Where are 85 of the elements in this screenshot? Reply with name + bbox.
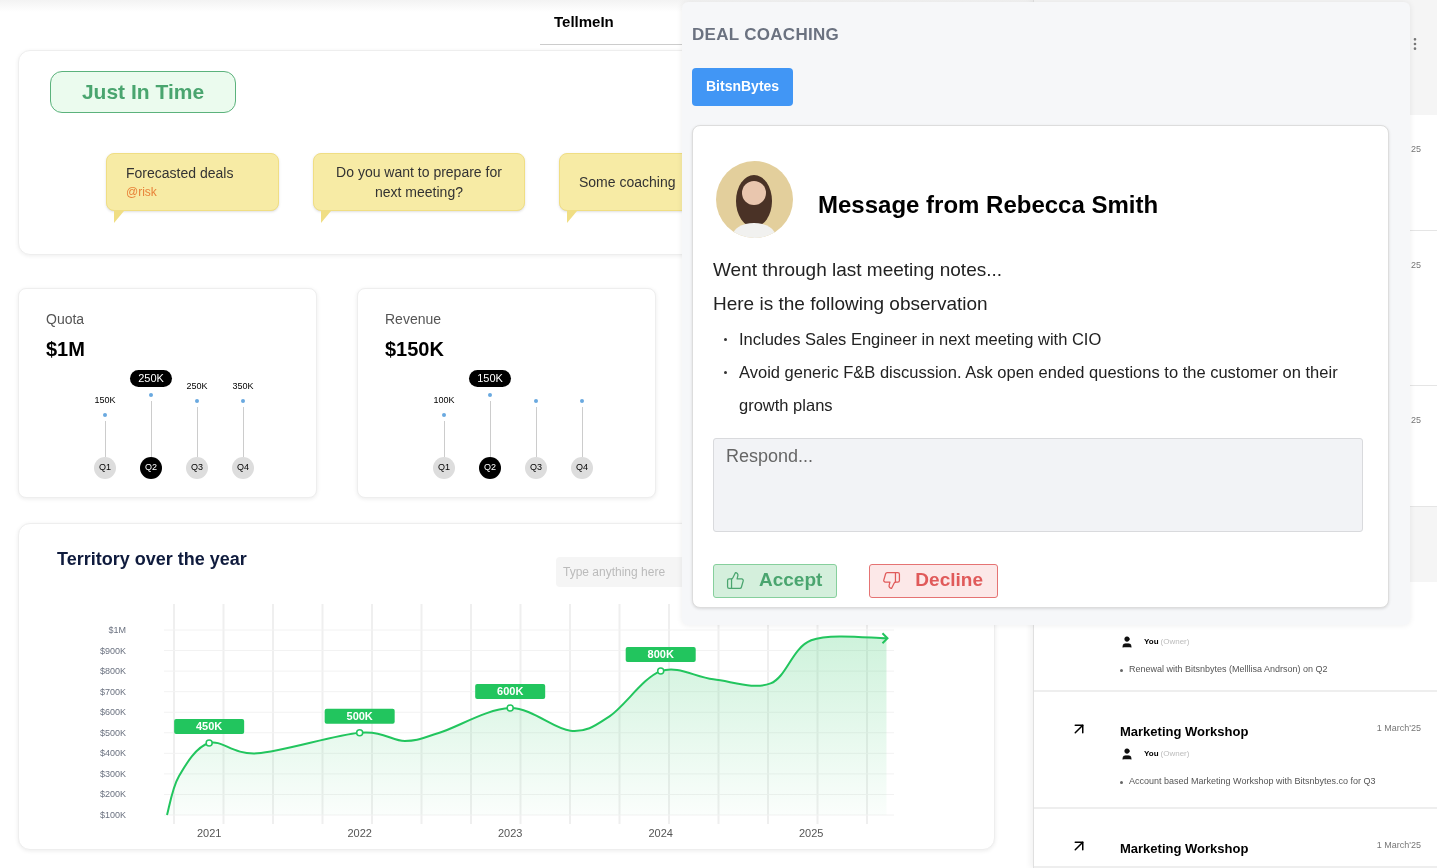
annotation: 800K [647,648,674,661]
observation-text: Avoid generic F&B discussion. Ask open ended questions to the customer on their growth plans [739,361,1339,416]
data-point [656,667,665,675]
activity-title[interactable]: Marketing Workshop [1120,838,1249,859]
bubble-tail [321,211,331,223]
speech-bubble[interactable]: Do you want to prepare for next meeting? [313,153,525,211]
annotation: 500K [346,709,373,722]
person-icon [1120,635,1134,650]
quarter-value: 100K [433,393,455,407]
data-point [355,729,364,737]
bubble-text: Do you want to prepare for next meeting? [335,163,503,202]
annotation: 600K [497,685,524,698]
quarter-chip[interactable]: Q3 [186,457,208,479]
metric-value: $1M [46,337,86,362]
quarter-value: 250K [186,379,208,393]
activity-date: 1 March'25 [1376,721,1421,735]
message-intro: Here is the following observation [713,292,989,316]
panel-title: DEAL COACHING [692,24,841,46]
quarter-chip[interactable]: Q4 [571,457,593,479]
message-lead: Went through last meeting notes... [713,257,1004,282]
value-label: 450K [174,719,245,735]
bubble-text: Forecasted deals [126,164,235,183]
metric-title: Revenue [385,310,443,329]
y-axis-label: $200K [99,789,126,800]
quarter-chip[interactable]: Q1 [94,457,116,479]
quarter-chip[interactable]: Q2 [140,457,162,479]
bubble-text: Some coaching [579,173,677,192]
observation-text: Includes Sales Engineer in next meeting with CIO [739,328,1102,350]
bullet-icon [724,370,727,374]
bullet-icon [1120,668,1123,672]
owner-role: (Owner) [1160,636,1190,649]
bullet-icon [724,337,727,341]
annotation: 450K [196,720,223,733]
quarter-value: 250K [130,370,172,387]
activity-date: 1 March'25 [1376,838,1421,852]
value-label: 500K [324,708,395,724]
risk-tag: @risk [126,183,259,201]
x-axis-label: 2025 [798,827,824,839]
metric-title: Quota [46,310,86,329]
jit-badge: Just In Time [50,71,236,113]
activity-date: 25 [1411,414,1421,428]
quarter-chip[interactable]: Q1 [433,457,455,479]
y-axis-label: $900K [99,645,126,656]
quarter-value: 350K [232,379,254,393]
bubble-tail [567,211,577,223]
quarter-chip[interactable]: Q2 [479,457,501,479]
quarter-value: 150K [469,370,511,387]
bullet-icon [1120,780,1123,784]
y-axis-label: $1M [108,625,126,635]
quarter-chip[interactable]: Q4 [232,457,254,479]
thumbs-up-icon [726,571,745,590]
bubble-tail [114,211,124,223]
x-axis-label: 2024 [648,827,673,839]
data-point [506,704,514,712]
data-point [205,739,213,747]
value-label: 800K [625,647,696,663]
y-axis-label: $300K [99,768,126,779]
activity-date: 25 [1411,143,1421,157]
x-axis-label: 2021 [196,827,222,839]
chart-title: Territory over the year [57,548,247,571]
metric-value: $150K [385,337,445,362]
respond-field[interactable]: Respond... [713,437,1363,532]
activity-date: 25 [1411,259,1421,273]
person-icon [1120,747,1134,762]
x-axis-label: 2023 [497,827,523,839]
activity-title[interactable]: Marketing Workshop [1120,721,1249,742]
y-axis-label: $400K [99,748,126,759]
activity-note: Renewal with Bitsnbytes (Melllisa Andrson) on Q2 [1129,663,1328,677]
y-axis-label: $100K [99,810,126,820]
quarter-chip[interactable]: Q3 [525,457,547,479]
y-axis-label: $700K [99,686,126,697]
quarter-value: 150K [94,393,116,407]
owner-role: (Owner) [1160,748,1190,761]
speech-bubble[interactable]: Forecasted deals @risk [106,153,279,211]
x-axis-label: 2022 [347,827,372,839]
arrow-head-icon [881,632,889,645]
thumbs-down-icon [882,571,902,590]
y-axis-label: $500K [99,727,126,738]
y-axis-label: $600K [99,707,126,718]
message-heading: Message from Rebecca Smith [818,190,1159,220]
owner-name: You [1144,748,1159,761]
activity-note: Account based Marketing Workshop with Bitsnbytes.co for Q3 [1129,775,1376,789]
owner-name: You [1144,636,1159,649]
value-label: 600K [475,684,546,700]
y-axis-label: $800K [99,666,126,677]
